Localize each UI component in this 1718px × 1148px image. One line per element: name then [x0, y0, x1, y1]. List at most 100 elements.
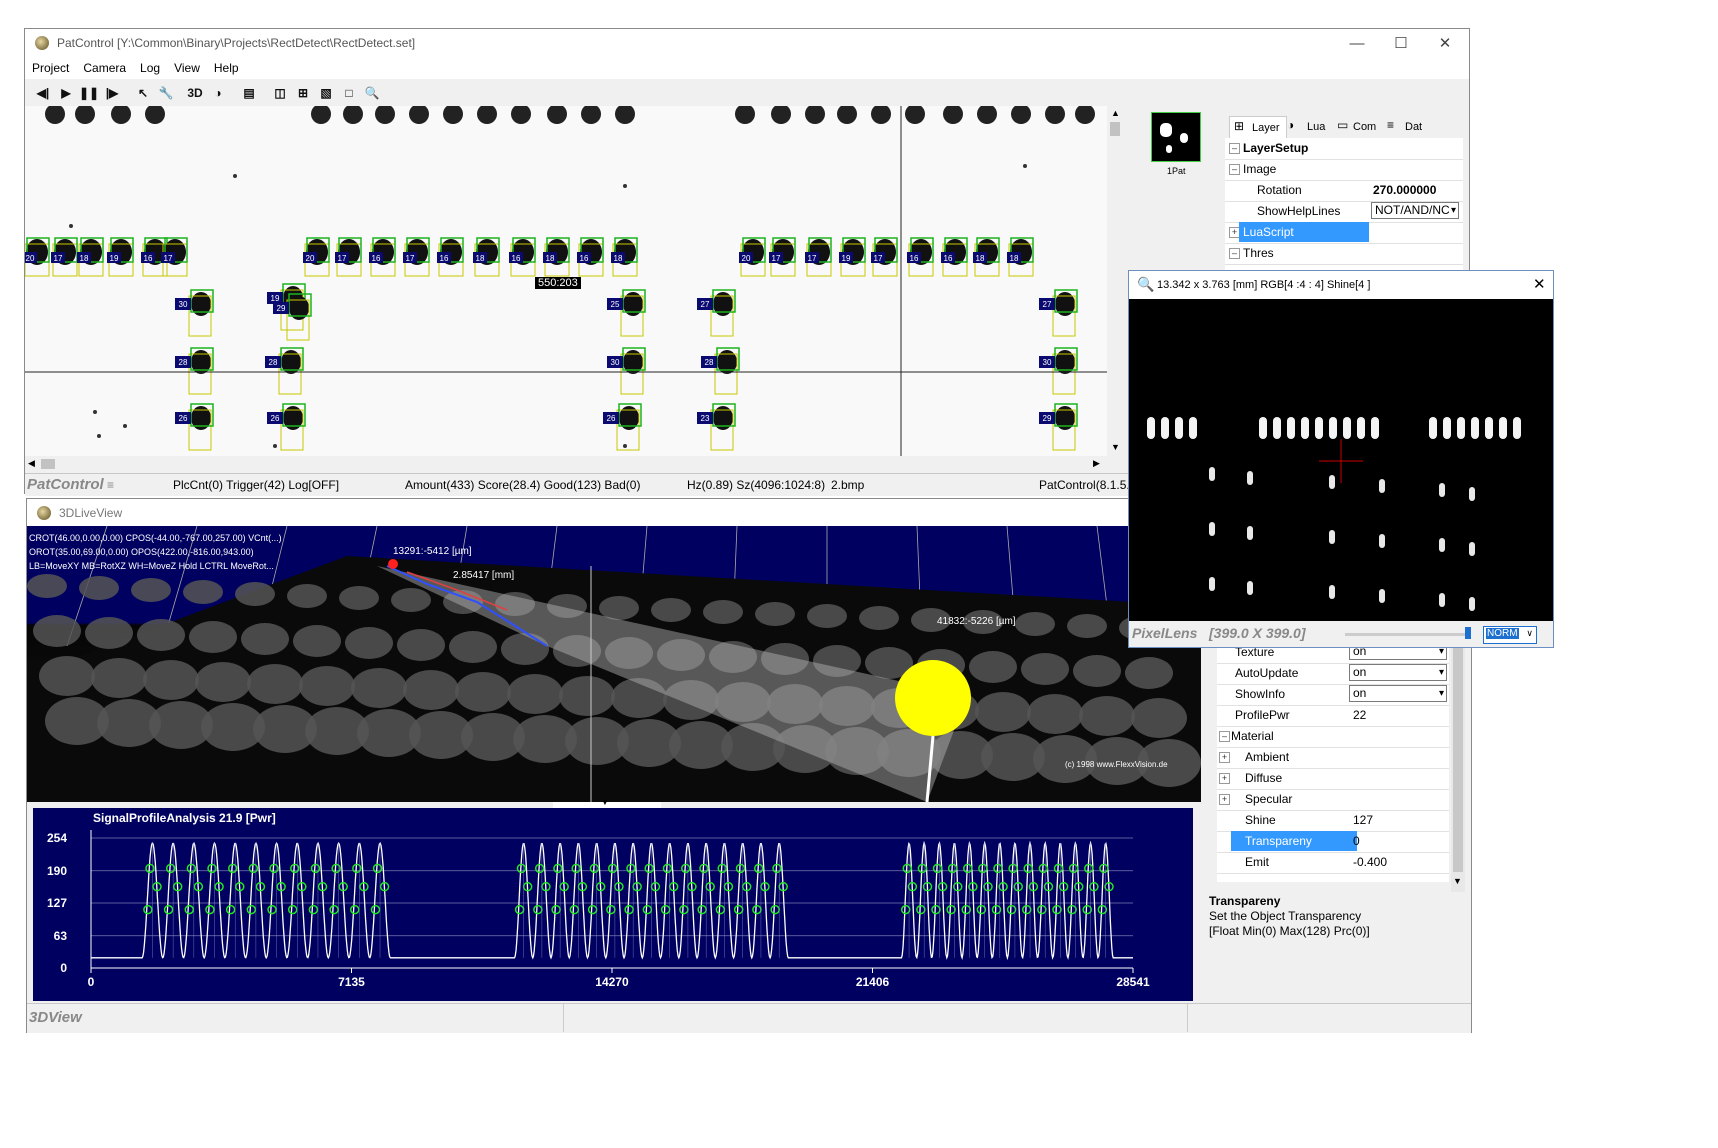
- prop-layersetup[interactable]: – LayerSetup: [1225, 138, 1463, 160]
- minimize-icon[interactable]: —: [1335, 31, 1379, 55]
- collapse-icon[interactable]: –: [1229, 248, 1240, 259]
- pixel-lens-caption: PixelLens: [1132, 625, 1198, 641]
- zoom-slider-thumb[interactable]: [1465, 627, 1471, 639]
- detection-label: 28: [269, 358, 278, 367]
- pointer-tool-icon[interactable]: ↖: [133, 83, 153, 103]
- collapse-icon[interactable]: –: [1219, 731, 1230, 742]
- prop-emit[interactable]: Emit -0.400: [1217, 852, 1449, 874]
- showhelplines-select[interactable]: NOT/AND/NC: [1371, 202, 1459, 219]
- crop-icon[interactable]: ⊞: [293, 83, 313, 103]
- detection-label: 16: [440, 254, 449, 263]
- peak-marker: [715, 904, 726, 915]
- prop-thres[interactable]: – Thres: [1225, 243, 1463, 265]
- tab-layer[interactable]: ⊞ Layer: [1229, 116, 1287, 140]
- scroll-left-icon[interactable]: ◀: [28, 458, 35, 469]
- surface-bump: [1073, 655, 1121, 687]
- expand-icon[interactable]: +: [1219, 752, 1230, 763]
- zoom-slider[interactable]: [1345, 633, 1469, 636]
- scroll-right-icon[interactable]: ▶: [1093, 458, 1100, 469]
- image-horizontal-scrollbar[interactable]: ◀ ▶: [25, 456, 1107, 473]
- fit-width-icon[interactable]: ◫: [270, 83, 290, 103]
- autoupdate-select[interactable]: on: [1349, 664, 1447, 681]
- prop-diffuse[interactable]: + Diffuse: [1217, 768, 1449, 790]
- frame-icon[interactable]: □: [339, 83, 359, 103]
- speck: [69, 224, 73, 228]
- mode-select[interactable]: NORM ∨: [1483, 626, 1537, 644]
- detection-label: 18: [614, 254, 623, 263]
- detection-label: 19: [271, 294, 280, 303]
- lens-blob: [1429, 417, 1437, 439]
- chart-title: SignalProfileAnalysis 21.9 [Pwr]: [93, 811, 276, 825]
- shine-value[interactable]: 127: [1353, 813, 1373, 827]
- hscroll-thumb[interactable]: [41, 459, 55, 469]
- scroll-down-icon[interactable]: ▼: [1111, 442, 1120, 452]
- prop-showinfo[interactable]: ShowInfo on: [1217, 684, 1449, 706]
- prop-shine[interactable]: Shine 127: [1217, 810, 1449, 832]
- tab-com[interactable]: ▭ Com: [1335, 116, 1385, 138]
- lua-tool-icon[interactable]: ◑: [208, 83, 228, 103]
- zoom-icon[interactable]: 🔍: [362, 83, 382, 103]
- emit-value[interactable]: -0.400: [1353, 855, 1387, 869]
- wrench-icon[interactable]: 🔧: [156, 83, 176, 103]
- pattern-thumbnail[interactable]: [1151, 112, 1201, 162]
- prop-showhelplines[interactable]: ShowHelpLines NOT/AND/NC: [1225, 201, 1463, 223]
- property-scrollbar[interactable]: ▼: [1451, 642, 1465, 892]
- tab-dat[interactable]: ≡ Dat: [1385, 116, 1435, 138]
- collapse-icon[interactable]: –: [1229, 164, 1240, 175]
- light-source-icon[interactable]: [895, 660, 971, 736]
- prop-image[interactable]: – Image: [1225, 159, 1463, 181]
- menu-project[interactable]: Project: [32, 61, 69, 75]
- expand-icon[interactable]: +: [1219, 773, 1230, 784]
- prop-autoupdate[interactable]: AutoUpdate on: [1217, 663, 1449, 685]
- surface-bump: [137, 619, 185, 651]
- speck: [623, 444, 627, 448]
- surface-bump: [651, 598, 691, 622]
- image-vertical-scrollbar[interactable]: ▲ ▼: [1107, 106, 1124, 456]
- peak-marker: [514, 904, 525, 915]
- signal-profile-panel[interactable]: 0 63 127 190 254 0 7135 14270 21406 28541 SignalP…: [33, 808, 1193, 1001]
- play-icon[interactable]: ▶: [56, 83, 76, 103]
- collapse-icon[interactable]: –: [1229, 143, 1240, 154]
- detection-label: 28: [179, 358, 188, 367]
- prop-ambient[interactable]: + Ambient: [1217, 747, 1449, 769]
- 3d-scene-view[interactable]: CROT(46.00,0.00,0.00) CPOS(-44.00,-767.0…: [27, 526, 1201, 802]
- prop-luascript[interactable]: + LuaScript: [1225, 222, 1463, 244]
- step-back-icon[interactable]: ◀|: [33, 83, 53, 103]
- rotation-value[interactable]: 270.000000: [1373, 183, 1436, 197]
- menu-camera[interactable]: Camera: [83, 61, 126, 75]
- menu-view[interactable]: View: [174, 61, 200, 75]
- profilepwr-value[interactable]: 22: [1353, 708, 1366, 722]
- film-icon[interactable]: ▤: [239, 83, 259, 103]
- view-3d-button[interactable]: 3D: [185, 83, 205, 103]
- layer-icon: ⊞: [1234, 119, 1245, 133]
- scroll-up-icon[interactable]: ▲: [1111, 108, 1120, 118]
- histogram-icon[interactable]: ▧: [316, 83, 336, 103]
- prop-profilepwr[interactable]: ProfilePwr 22: [1217, 705, 1449, 727]
- menu-log[interactable]: Log: [140, 61, 160, 75]
- peak-marker: [1067, 904, 1077, 915]
- pause-icon[interactable]: ❚❚: [79, 83, 99, 103]
- detection-label: 18: [476, 254, 485, 263]
- prop-specular[interactable]: + Specular: [1217, 789, 1449, 811]
- property-scroll-thumb[interactable]: [1453, 642, 1463, 872]
- menu-help[interactable]: Help: [214, 61, 239, 75]
- showinfo-select[interactable]: on: [1349, 685, 1447, 702]
- pixel-lens-titlebar[interactable]: 🔍 13.342 x 3.763 [mm] RGB[4 :4 : 4] Shin…: [1129, 271, 1553, 299]
- scroll-thumb[interactable]: [1110, 122, 1120, 136]
- camera-image-view[interactable]: 20 17 18 19 16 17 20 17 16 17 16 18 16 18 16 18 20 17 17 19…: [25, 106, 1107, 456]
- scroll-down-icon[interactable]: ▼: [1453, 876, 1462, 886]
- prop-material[interactable]: – Material: [1217, 726, 1449, 748]
- step-forward-icon[interactable]: |▶: [102, 83, 122, 103]
- x-tick-label: 14270: [595, 975, 629, 989]
- surface-bump: [807, 604, 847, 628]
- maximize-icon[interactable]: ☐: [1379, 31, 1423, 55]
- transparency-value[interactable]: 0: [1353, 834, 1360, 848]
- tab-lua[interactable]: ◑ Lua: [1285, 116, 1335, 138]
- pixel-lens-image[interactable]: [1129, 299, 1553, 621]
- close-icon[interactable]: ✕: [1423, 31, 1467, 55]
- expand-icon[interactable]: +: [1219, 794, 1230, 805]
- prop-transparency[interactable]: Transpareny 0: [1217, 831, 1449, 853]
- prop-rotation[interactable]: Rotation 270.000000: [1225, 180, 1463, 202]
- patcontrol-titlebar[interactable]: PatControl [Y:\Common\Binary\Projects\Re…: [25, 29, 1469, 57]
- close-icon[interactable]: ✕: [1533, 275, 1546, 293]
